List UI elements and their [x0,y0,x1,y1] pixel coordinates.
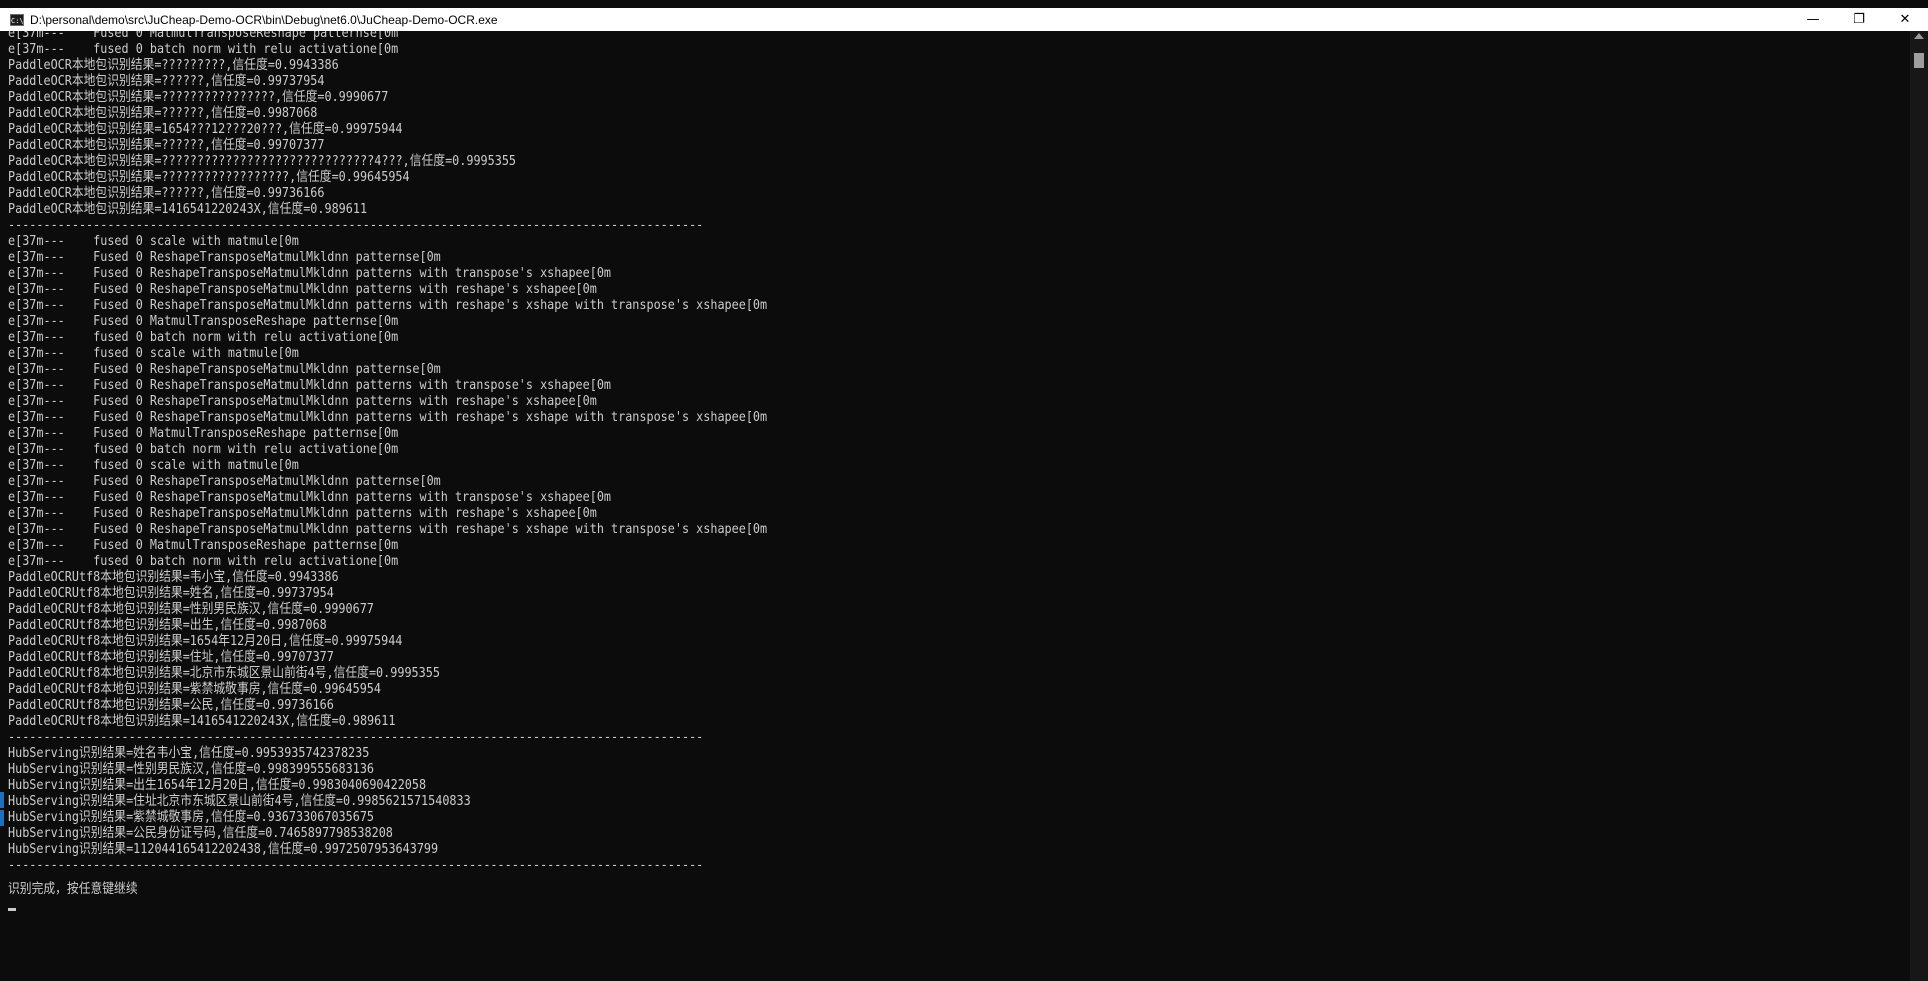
console-line: e[37m--- Fused 0 MatmulTransposeReshape … [8,314,399,329]
window-title: D:\personal\demo\src\JuCheap-Demo-OCR\bi… [30,12,498,27]
console-line: PaddleOCR本地包识别结果=??????,信任度=0.99707377 [8,138,325,153]
console-line: e[37m--- Fused 0 ReshapeTransposeMatmulM… [8,266,612,281]
console-line: e[37m--- Fused 0 ReshapeTransposeMatmulM… [8,506,597,521]
console-line: e[37m--- Fused 0 MatmulTransposeReshape … [8,426,399,441]
console-line: e[37m--- fused 0 batch norm with relu ac… [8,330,399,345]
console-line: HubServing识别结果=性别男民族汉,信任度=0.998399555683… [8,762,375,777]
console-line: 识别完成，按任意键继续 [8,882,138,897]
console-line: PaddleOCR本地包识别结果=???????????????????????… [8,154,517,169]
console-line: e[37m--- Fused 0 ReshapeTransposeMatmulM… [8,282,597,297]
selection-marker [0,810,4,826]
console-line: PaddleOCRUtf8本地包识别结果=紫禁城敬事房,信任度=0.996459… [8,682,381,697]
console-output[interactable]: e[37m--- Fused 0 MatmulTransposeReshape … [0,31,1910,981]
console-line: e[37m--- Fused 0 ReshapeTransposeMatmulM… [8,378,612,393]
console-line: PaddleOCRUtf8本地包识别结果=1654年12月20日,信任度=0.9… [8,634,403,649]
console-line: PaddleOCRUtf8本地包识别结果=住址,信任度=0.99707377 [8,650,334,665]
console-line: PaddleOCRUtf8本地包识别结果=1416541220243X,信任度=… [8,714,396,729]
console-line: ----------------------------------------… [8,218,704,233]
console-line: HubServing识别结果=公民身份证号码,信任度=0.74658977985… [8,826,393,841]
console-line: HubServing识别结果=紫禁城敬事房,信任度=0.936733067035… [8,810,375,825]
minimize-button[interactable]: — [1790,8,1836,31]
console-line: e[37m--- fused 0 scale with matmule[0m [8,458,299,473]
console-line: PaddleOCR本地包识别结果=????????????????,信任度=0.… [8,90,389,105]
console-line: e[37m--- Fused 0 MatmulTransposeReshape … [8,538,399,553]
console-line: e[37m--- Fused 0 ReshapeTransposeMatmulM… [8,522,768,537]
console-line: e[37m--- fused 0 batch norm with relu ac… [8,42,399,57]
console-line: e[37m--- Fused 0 ReshapeTransposeMatmulM… [8,362,441,377]
console-line: PaddleOCR本地包识别结果=??????,信任度=0.99736166 [8,186,325,201]
console-line: PaddleOCRUtf8本地包识别结果=公民,信任度=0.99736166 [8,698,334,713]
console-line: e[37m--- fused 0 scale with matmule[0m [8,234,299,249]
console-line: PaddleOCR本地包识别结果=1654???12???20???,信任度=0… [8,122,403,137]
console-line: e[37m--- Fused 0 ReshapeTransposeMatmulM… [8,298,768,313]
console-line: PaddleOCR本地包识别结果=?????????,信任度=0.9943386 [8,58,339,73]
console-line: e[37m--- Fused 0 ReshapeTransposeMatmulM… [8,474,441,489]
console-line: HubServing识别结果=住址北京市东城区景山前街4号,信任度=0.9985… [8,794,471,809]
title-bar[interactable]: C:\ D:\personal\demo\src\JuCheap-Demo-OC… [0,8,1928,31]
window-controls: — ❐ ✕ [1790,8,1928,31]
selection-marker [0,792,4,808]
console-line: e[37m--- Fused 0 MatmulTransposeReshape … [8,31,399,41]
console-line: PaddleOCRUtf8本地包识别结果=韦小宝,信任度=0.9943386 [8,570,339,585]
scroll-up-arrow-icon[interactable] [1914,33,1924,39]
console-line: e[37m--- Fused 0 ReshapeTransposeMatmulM… [8,250,441,265]
console-line: PaddleOCR本地包识别结果=??????????????????,信任度=… [8,170,410,185]
console-line: e[37m--- fused 0 batch norm with relu ac… [8,442,399,457]
restore-button[interactable]: ❐ [1836,8,1882,31]
console-line: e[37m--- Fused 0 ReshapeTransposeMatmulM… [8,394,597,409]
console-line: PaddleOCRUtf8本地包识别结果=出生,信任度=0.9987068 [8,618,327,633]
console-line: e[37m--- Fused 0 ReshapeTransposeMatmulM… [8,490,612,505]
console-line: HubServing识别结果=出生1654年12月20日,信任度=0.99830… [8,778,427,793]
console-line: PaddleOCRUtf8本地包识别结果=姓名,信任度=0.99737954 [8,586,334,601]
console-line: HubServing识别结果=112044165412202438,信任度=0.… [8,842,439,857]
console-line: PaddleOCRUtf8本地包识别结果=北京市东城区景山前街4号,信任度=0.… [8,666,440,681]
console-line: e[37m--- fused 0 scale with matmule[0m [8,346,299,361]
close-button[interactable]: ✕ [1882,8,1928,31]
text-cursor [8,908,16,911]
console-line: ----------------------------------------… [8,730,704,745]
console-line: PaddleOCR本地包识别结果=??????,信任度=0.99737954 [8,74,325,89]
console-line: PaddleOCRUtf8本地包识别结果=性别男民族汉,信任度=0.999067… [8,602,374,617]
console-line: e[37m--- Fused 0 ReshapeTransposeMatmulM… [8,410,768,425]
console-line: PaddleOCR本地包识别结果=??????,信任度=0.9987068 [8,106,318,121]
scroll-thumb[interactable] [1914,53,1924,68]
console-line: e[37m--- fused 0 batch norm with relu ac… [8,554,399,569]
console-app-icon: C:\ [10,13,24,26]
vertical-scrollbar[interactable] [1910,31,1928,981]
console-line: HubServing识别结果=姓名韦小宝,信任度=0.9953935742378… [8,746,370,761]
console-line: PaddleOCR本地包识别结果=1416541220243X,信任度=0.98… [8,202,368,217]
console-line: ----------------------------------------… [8,858,704,873]
